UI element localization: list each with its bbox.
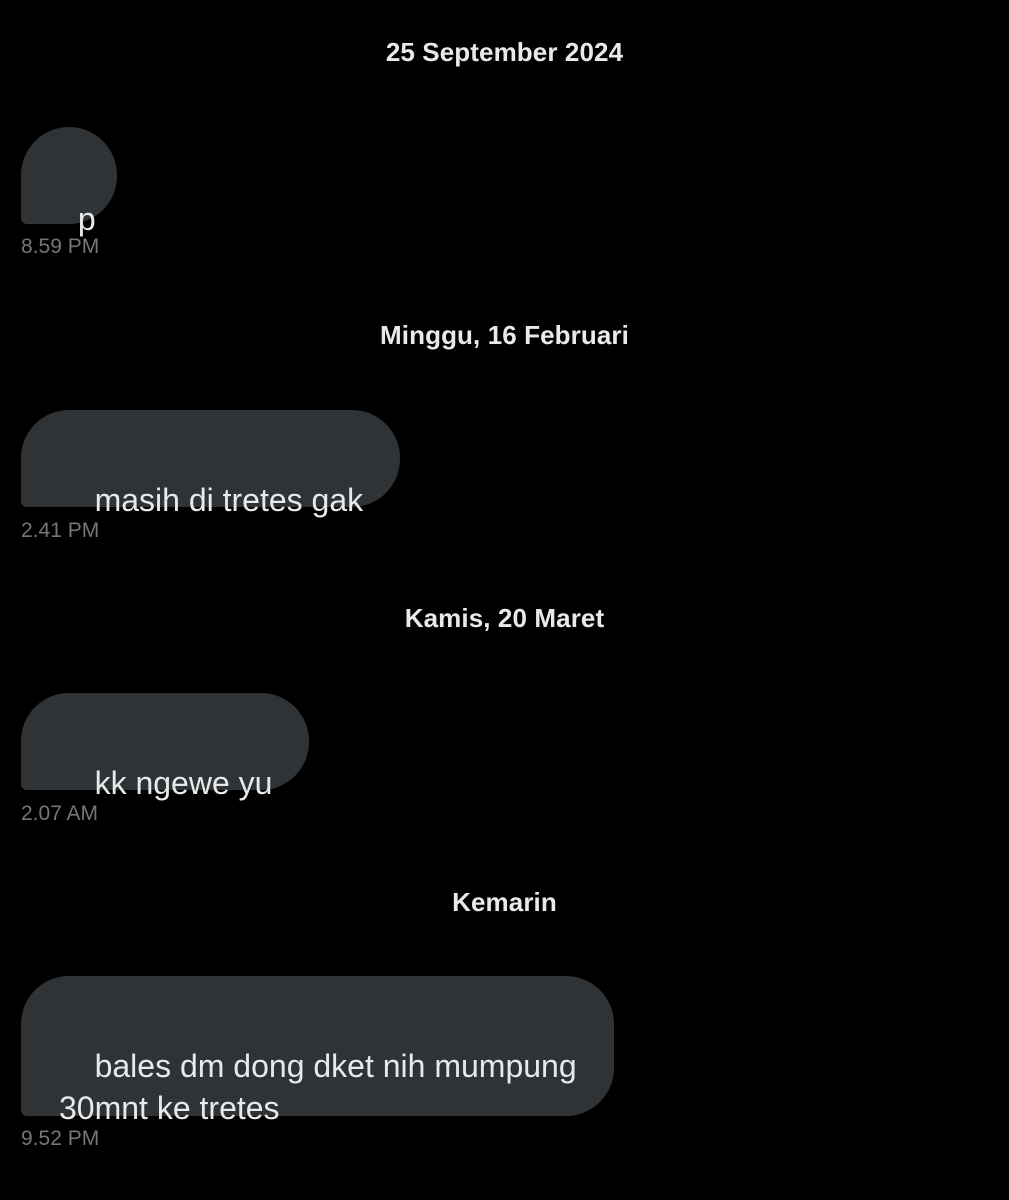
message-bubble[interactable]: masih di tretes gak (21, 410, 401, 518)
date-separator: Minggu, 16 Februari (380, 320, 629, 350)
message-timestamp: 8.59 PM (21, 235, 100, 258)
message-text: masih di tretes gak (94, 482, 364, 518)
date-separator: 25 September 2024 (385, 37, 624, 67)
message-timestamp: 9.52 PM (21, 1127, 100, 1150)
message-timestamp: 2.41 PM (21, 519, 100, 542)
message-timestamp: 2.07 AM (21, 802, 99, 825)
message-text: p (77, 201, 96, 237)
message-bubble[interactable]: kk ngewe yu (21, 693, 310, 801)
message-text: kk ngewe yu (94, 765, 273, 801)
dm-conversation: 25 September 2024 p 8.59 PM Minggu, 16 F… (0, 0, 1009, 1200)
date-separator: Kamis, 20 Maret (404, 603, 605, 633)
message-text: bales dm dong dket nih mumpung 30mnt ke … (59, 1048, 577, 1126)
date-separator: Kemarin (452, 887, 557, 917)
message-bubble[interactable]: bales dm dong dket nih mumpung 30mnt ke … (21, 976, 614, 1126)
message-bubble[interactable]: p (21, 127, 117, 237)
